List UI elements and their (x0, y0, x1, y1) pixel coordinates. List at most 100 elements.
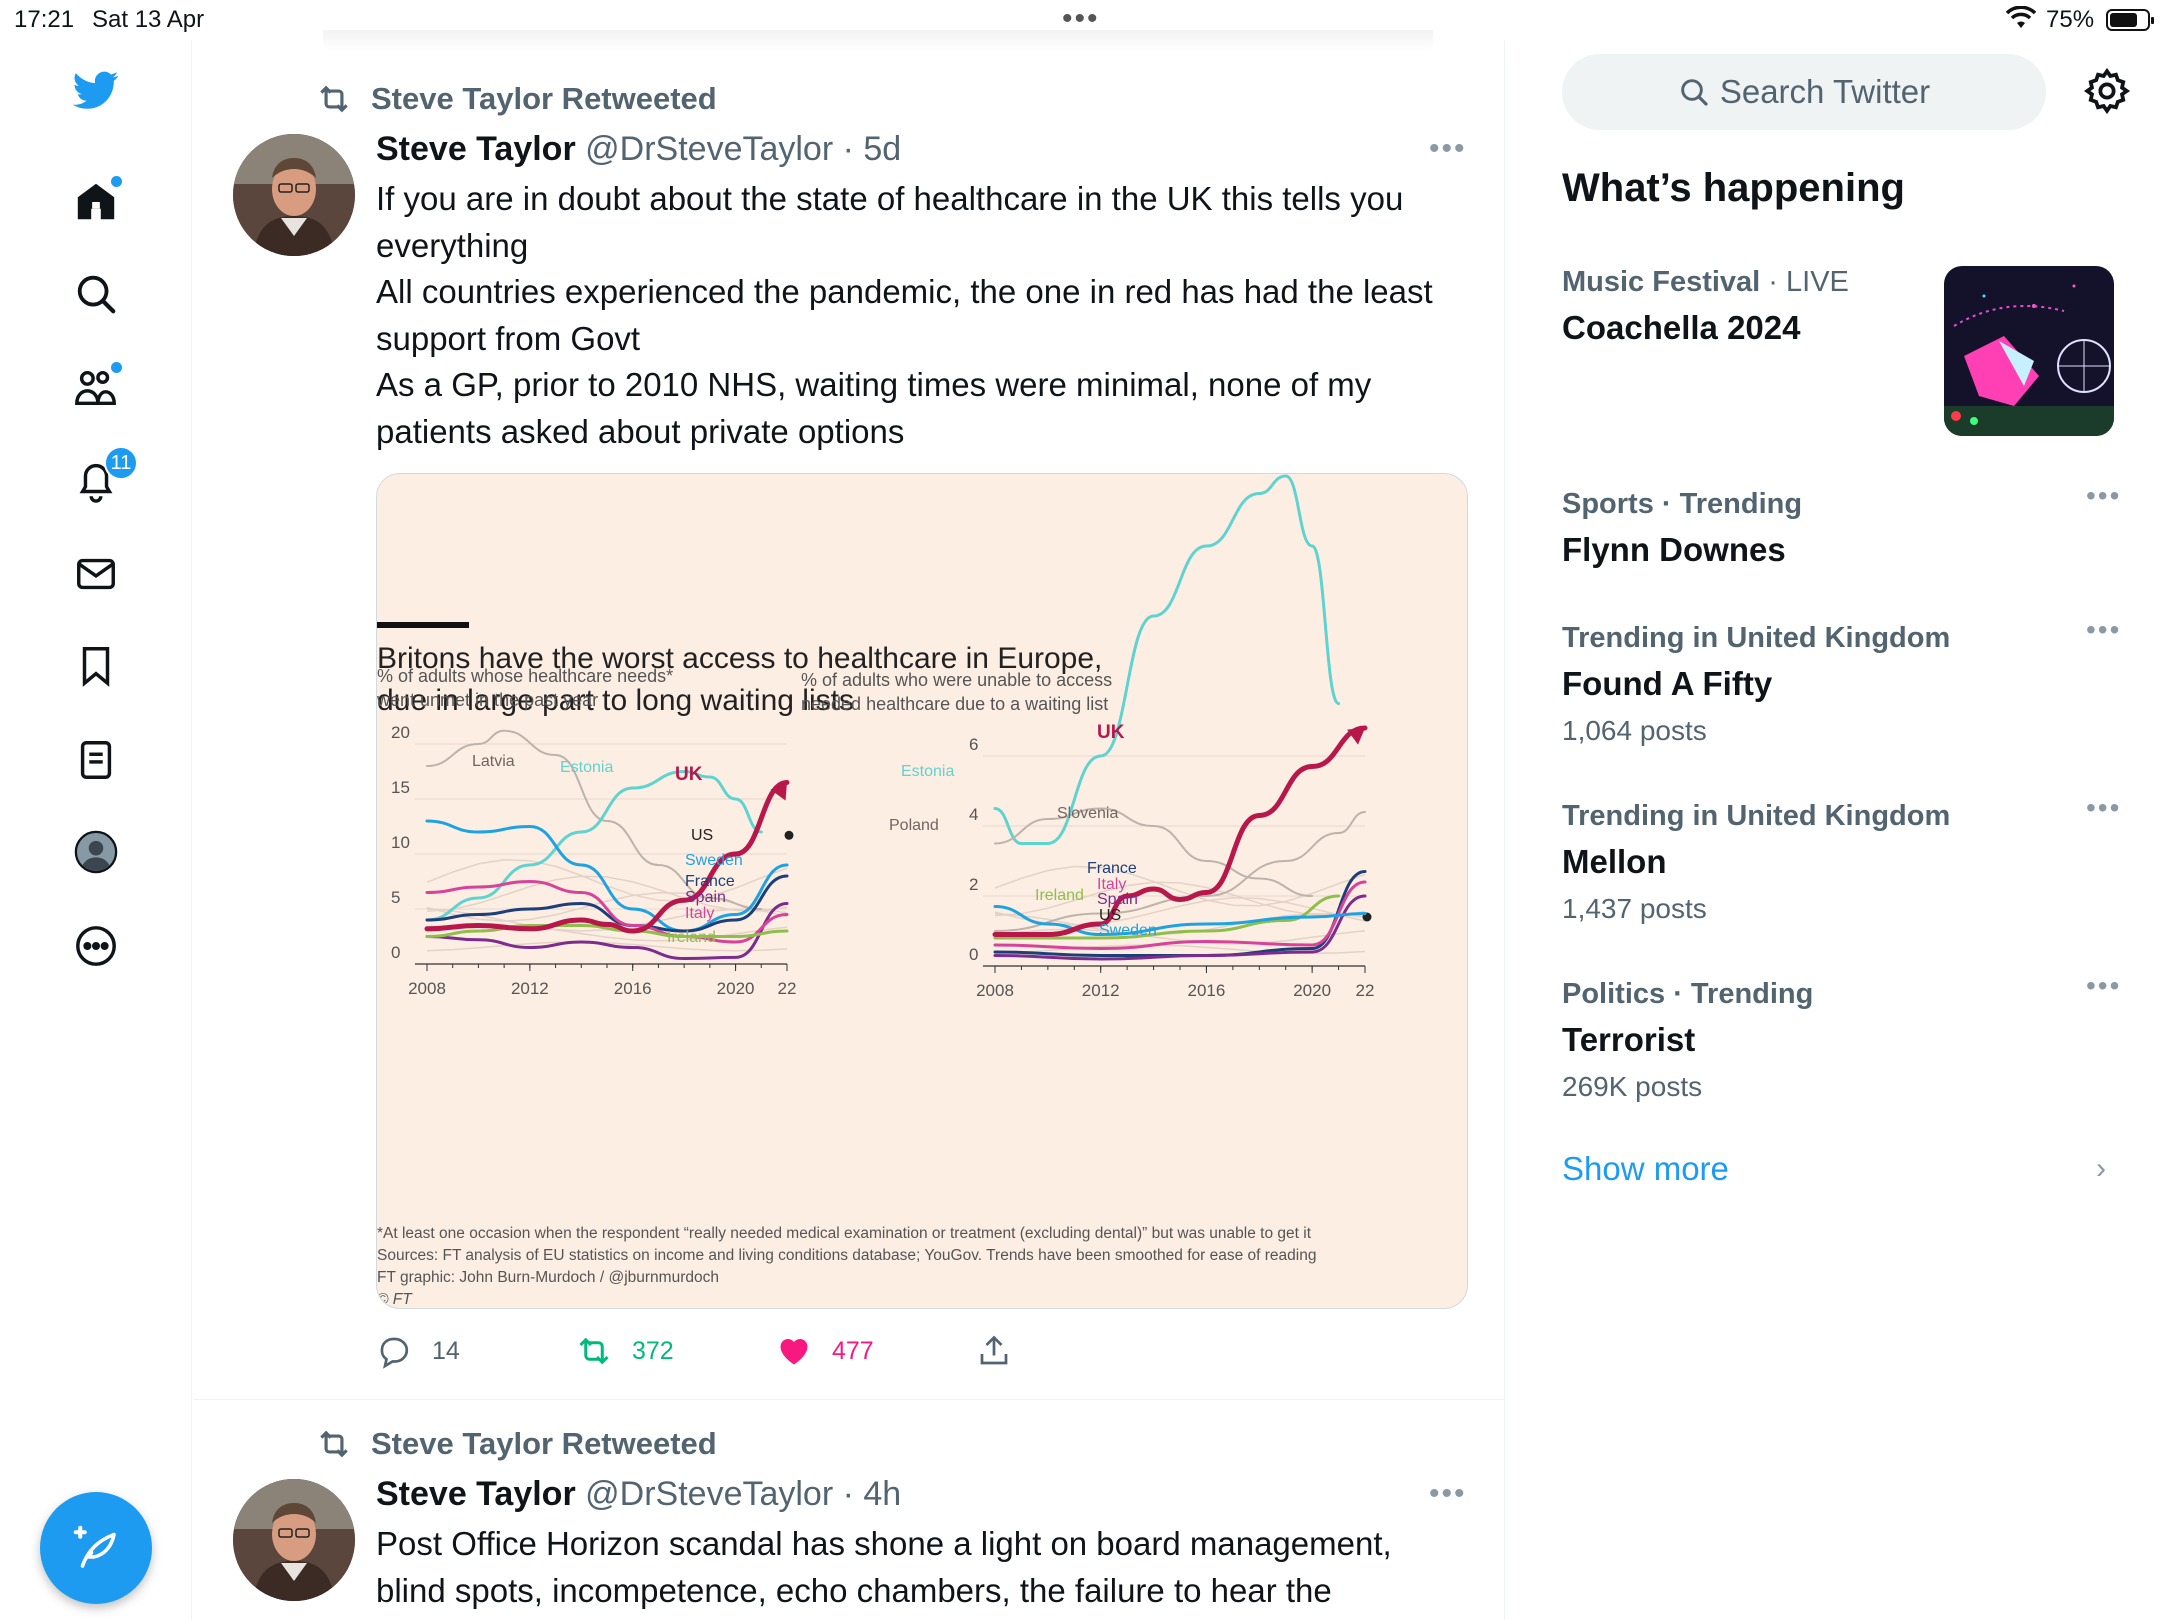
y-tick-label: 2 (969, 875, 978, 894)
battery-icon (2106, 9, 2154, 31)
trend-name: Mellon (1562, 843, 1667, 880)
messages-icon[interactable] (68, 546, 124, 602)
x-tick-label: 2008 (976, 981, 1014, 1000)
x-tick-label: 2016 (614, 979, 652, 998)
tweet-more-icon[interactable]: ••• (1429, 1477, 1467, 1511)
twitter-logo[interactable] (68, 62, 124, 118)
avatar[interactable] (233, 134, 355, 256)
series-label-france: France (1087, 860, 1137, 877)
trend-category: Trending in United Kingdom (1562, 622, 1951, 654)
x-tick-label: 2012 (1082, 981, 1120, 1000)
series-label-spain: Spain (685, 889, 726, 906)
trend-category: Politics · Trending (1562, 978, 1814, 1010)
like-button[interactable]: 477 (776, 1326, 874, 1376)
y-tick-label: 20 (391, 723, 410, 742)
retweet-icon (320, 1430, 348, 1458)
retweet-icon (320, 85, 348, 113)
profile-icon[interactable] (68, 824, 124, 880)
status-time: 17:21 (14, 6, 75, 33)
trend-thumbnail[interactable] (1944, 266, 2114, 436)
trend-more-icon[interactable]: ••• (2086, 792, 2121, 824)
tweet-media-chart[interactable]: Britons have the worst access to healthc… (376, 473, 1468, 1309)
compose-button[interactable] (40, 1492, 152, 1604)
series-label-france: France (685, 873, 735, 890)
battery-percent: 75% (2046, 6, 2095, 33)
x-tick-label: 2008 (408, 979, 446, 998)
series-label-italy: Italy (685, 905, 714, 922)
trend-name: Terrorist (1562, 1021, 1696, 1058)
trend-item[interactable]: Trending in United Kingdom Found A Fifty… (1562, 614, 2122, 747)
timeline: Steve Taylor Retweeted Steve Taylor @DrS… (193, 30, 1505, 1620)
x-tick-label: 2016 (1188, 981, 1226, 1000)
tweet-time[interactable]: · 4h (843, 1475, 902, 1513)
tweet-more-icon[interactable]: ••• (1429, 132, 1467, 166)
series-label-sweden: Sweden (685, 852, 743, 869)
tweet-header: Steve Taylor @DrSteveTaylor · 4h (376, 1475, 901, 1515)
series-point-us (784, 830, 794, 840)
like-count: 477 (832, 1336, 874, 1365)
more-icon[interactable] (68, 918, 124, 974)
share-button[interactable] (976, 1326, 1032, 1376)
trend-item[interactable]: Sports · Trending Flynn Downes ••• (1562, 480, 2122, 569)
trend-category: Trending in United Kingdom (1562, 800, 1951, 832)
compose-icon (73, 1525, 116, 1568)
series-label-sweden: Sweden (1099, 922, 1157, 939)
tweet-text-line: If you are in doubt about the state of h… (376, 180, 1404, 264)
bookmarks-icon[interactable] (68, 638, 124, 694)
author-handle[interactable]: @DrSteveTaylor (585, 130, 833, 168)
tweet-text-line: As a GP, prior to 2010 NHS, waiting time… (376, 366, 1372, 450)
lists-icon[interactable] (68, 732, 124, 788)
trend-item[interactable]: Trending in United Kingdom Mellon 1,437 … (1562, 792, 2122, 925)
trend-post-count: 1,437 posts (1562, 893, 1707, 924)
communities-icon[interactable] (68, 360, 124, 416)
trend-item[interactable]: Politics · Trending Terrorist 269K posts… (1562, 970, 2122, 1103)
tweet-header: Steve Taylor @DrSteveTaylor · 5d (376, 130, 901, 170)
notifications-icon[interactable]: 11 (68, 446, 138, 508)
tweet-text: If you are in doubt about the state of h… (376, 176, 1456, 455)
search-input[interactable]: Search Twitter (1562, 54, 2046, 130)
search-icon[interactable] (68, 266, 124, 322)
retweet-count: 372 (632, 1336, 674, 1365)
chart-title-rule (377, 622, 469, 628)
y-tick-label: 0 (969, 945, 978, 964)
heart-icon (780, 1339, 808, 1365)
settings-gear-icon[interactable] (2082, 66, 2132, 116)
communities-new-dot (111, 362, 122, 373)
search-icon (1681, 79, 1708, 106)
trend-category: Music Festival (1562, 266, 1761, 298)
trend-context: · LIVE (1760, 266, 1849, 298)
trend-more-icon[interactable]: ••• (2086, 480, 2121, 512)
series-label-ireland: Ireland (667, 929, 716, 946)
series-label-us: US (691, 827, 713, 844)
chart-subtitle: needed healthcare due to a waiting list (801, 694, 1108, 714)
x-tick-label: 2020 (1293, 981, 1331, 1000)
wifi-icon (2005, 5, 2037, 37)
author-name[interactable]: Steve Taylor (376, 130, 576, 168)
chart-footnote: *At least one occasion when the responde… (377, 1225, 1312, 1242)
reply-button[interactable]: 14 (376, 1326, 460, 1376)
share-icon (980, 1335, 1008, 1365)
x-tick-label: 22 (778, 979, 797, 998)
chart-copyright: © FT (377, 1291, 413, 1308)
chart-credit: FT graphic: John Burn-Murdoch / @jburnmu… (377, 1269, 719, 1286)
author-name[interactable]: Steve Taylor (376, 1475, 576, 1513)
avatar[interactable] (233, 1479, 355, 1601)
left-navigation: 11 (0, 40, 192, 1620)
trend-more-icon[interactable]: ••• (2086, 970, 2121, 1002)
trend-more-icon[interactable]: ••• (2086, 614, 2121, 646)
retweet-icon (579, 1337, 609, 1365)
retweet-button[interactable]: 372 (576, 1326, 674, 1376)
trend-post-count: 1,064 posts (1562, 715, 1707, 746)
show-more-link[interactable]: Show more (1562, 1150, 1729, 1188)
search-placeholder: Search Twitter (1719, 73, 1931, 110)
tweet-text: Post Office Horizon scandal has shone a … (376, 1521, 1456, 1614)
timeline-top-bar (323, 30, 1433, 52)
home-icon[interactable] (68, 174, 124, 230)
chevron-right-icon[interactable]: › (2096, 1152, 2106, 1186)
tweet-actions: 14 372 477 (376, 1326, 1468, 1376)
tweet-time[interactable]: · 5d (843, 130, 902, 168)
x-tick-label: 2020 (717, 979, 755, 998)
y-tick-label: 4 (969, 805, 978, 824)
series-label-uk: UK (1097, 722, 1125, 743)
author-handle[interactable]: @DrSteveTaylor (585, 1475, 833, 1513)
